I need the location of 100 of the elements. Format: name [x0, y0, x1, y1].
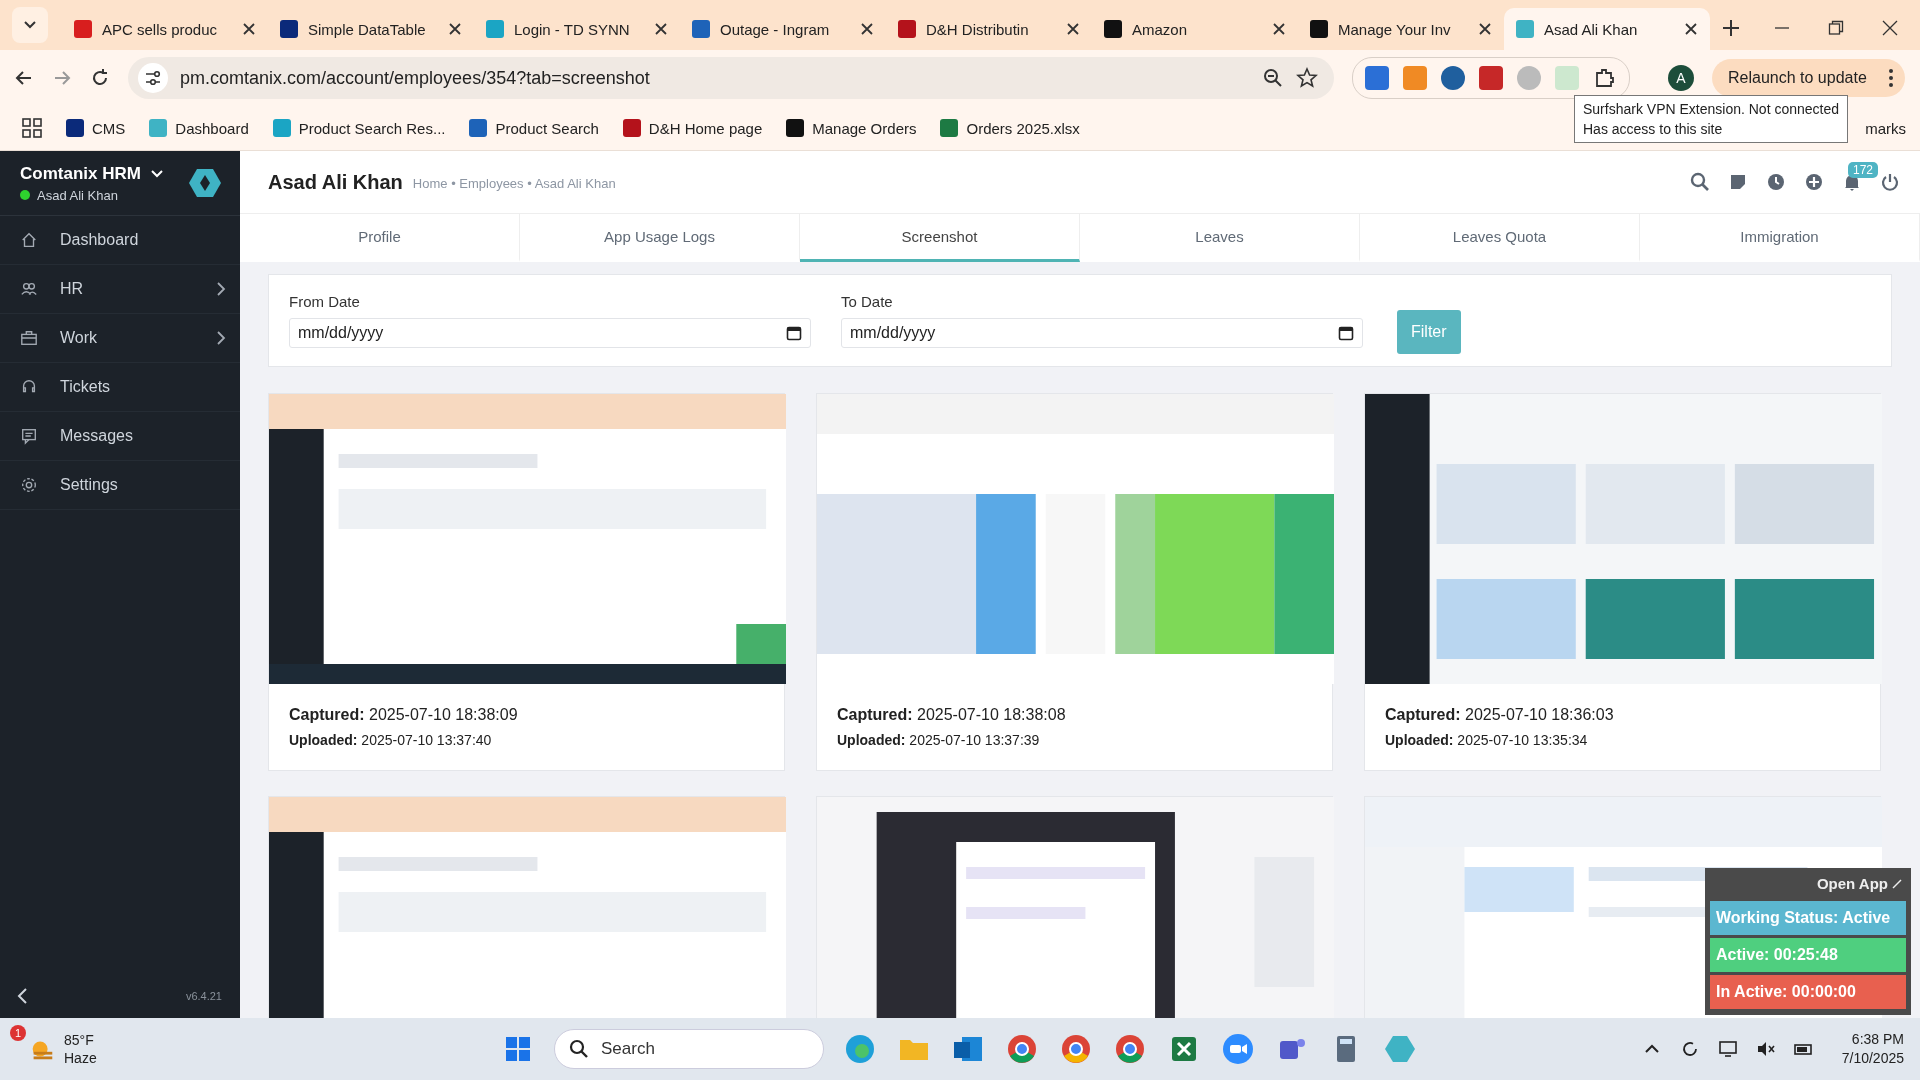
browser-tab[interactable]: APC sells produc — [62, 8, 268, 50]
field-label: To Date — [841, 293, 894, 310]
site-icon — [272, 119, 291, 137]
taskbar-search[interactable]: Search — [554, 1029, 824, 1069]
power-icon[interactable] — [1880, 172, 1900, 192]
close-icon[interactable] — [242, 22, 256, 36]
apps-grid-icon[interactable] — [22, 118, 42, 138]
house-icon — [20, 231, 38, 249]
profile-avatar[interactable]: A — [1668, 65, 1694, 91]
uploaded-text: Uploaded: 2025-07-10 13:37:40 — [289, 732, 493, 748]
collapse-icon[interactable] — [16, 988, 28, 1004]
message-icon — [20, 427, 38, 445]
weather-text: Haze — [64, 1049, 97, 1067]
calendar-icon[interactable] — [1338, 325, 1354, 341]
calendar-icon[interactable] — [786, 325, 802, 341]
profile-tab[interactable]: App Usage Logs — [520, 214, 800, 262]
screenshot-card[interactable]: Captured: 2025-07-10 18:36:03 Uploaded: 2025-07-10 13:35:34 — [1364, 393, 1881, 771]
people-icon — [20, 280, 38, 298]
external-link-icon — [1892, 878, 1902, 889]
note-icon[interactable] — [1728, 172, 1748, 192]
relaunch-button[interactable]: Relaunch to update — [1712, 59, 1905, 97]
uploaded-text: Uploaded: 2025-07-10 13:37:39 — [837, 732, 1041, 748]
bookmark-link[interactable]: Orders 2025.xlsx — [966, 119, 1080, 137]
bookmark-link[interactable]: marks — [1865, 119, 1906, 137]
site-icon — [469, 119, 488, 137]
plus-icon[interactable] — [1720, 17, 1742, 39]
bookmark-link[interactable]: CMS — [92, 119, 126, 137]
chevron-down-icon[interactable] — [150, 169, 163, 178]
kebab-icon — [1888, 69, 1893, 87]
inactive-time: In Active: 00:00:00 — [1710, 975, 1906, 1009]
clock-icon[interactable] — [1766, 172, 1786, 192]
browser-tab[interactable]: Outage - Ingram — [680, 8, 886, 50]
site-icon — [74, 20, 92, 38]
screenshot-card[interactable]: Captured: 2025-07-10 18:38:09 Uploaded: 2025-07-10 13:37:40 — [268, 393, 785, 771]
bookmark-link[interactable]: Product Search Res... — [298, 119, 446, 137]
chevron-down-icon — [24, 21, 36, 29]
close-icon[interactable] — [1684, 22, 1698, 36]
zoom-icon[interactable] — [1220, 1031, 1256, 1067]
clock-date[interactable]: 7/10/2025 — [1841, 1049, 1904, 1068]
profile-tab[interactable]: Immigration — [1640, 214, 1920, 262]
notification-badge: 172 — [1848, 162, 1879, 178]
puzzle-icon[interactable] — [1593, 66, 1617, 90]
version-text: v6.4.21 — [185, 990, 222, 1002]
close-icon[interactable] — [860, 22, 874, 36]
close-icon[interactable] — [1272, 22, 1286, 36]
browser-tab[interactable]: Simple DataTable — [268, 8, 474, 50]
close-icon[interactable] — [654, 22, 668, 36]
captured-text: Captured: 2025-07-10 18:38:08 — [837, 706, 1067, 724]
app-name[interactable]: Comtanix HRM — [20, 163, 141, 184]
open-app-button[interactable]: Open App — [1812, 873, 1906, 898]
site-icon — [1104, 20, 1122, 38]
search-icon — [569, 1039, 589, 1059]
site-icon — [1310, 20, 1328, 38]
site-icon — [66, 119, 84, 137]
bookmark-link[interactable]: Manage Orders — [812, 119, 917, 137]
date-field[interactable]: mm/dd/yyyy — [289, 318, 811, 348]
profile-tab[interactable]: Leaves — [1080, 214, 1360, 262]
browser-tab[interactable]: Manage Your Inv — [1298, 8, 1504, 50]
close-icon[interactable] — [1066, 22, 1080, 36]
site-icon — [622, 119, 641, 137]
bookmark-link[interactable]: Product Search — [495, 119, 599, 137]
close-icon[interactable] — [1882, 20, 1898, 36]
network-icon[interactable] — [1717, 1039, 1738, 1059]
page-title: Asad Ali Khan — [268, 170, 403, 194]
site-icon — [486, 20, 504, 38]
uploaded-text: Uploaded: 2025-07-10 13:35:34 — [1385, 732, 1589, 748]
clock-time[interactable]: 6:38 PM — [1841, 1030, 1904, 1049]
plus-circle-icon[interactable] — [1804, 172, 1824, 192]
site-icon — [149, 119, 168, 137]
site-icon — [940, 119, 959, 137]
tooltip: Surfshark VPN Extension. Not connected Has access to this site — [1574, 95, 1849, 143]
profile-tab[interactable]: Profile — [240, 214, 520, 262]
user-name: Asad Ali Khan — [37, 187, 118, 203]
site-icon — [786, 119, 805, 137]
url-text: pm.comtanix.com/account/employees/354?tab=screenshot — [180, 67, 651, 89]
site-settings-icon[interactable] — [144, 69, 162, 87]
date-field[interactable]: mm/dd/yyyy — [841, 318, 1363, 348]
browser-tab[interactable]: D&H Distributin — [886, 8, 1092, 50]
star-icon[interactable] — [1296, 67, 1318, 89]
reload-icon[interactable] — [90, 68, 110, 88]
bookmark-link[interactable]: Dashboard — [175, 119, 249, 137]
tab-search-button[interactable] — [12, 7, 48, 43]
browser-tab[interactable]: Asad Ali Khan — [1504, 8, 1710, 50]
working-status: Working Status: Active — [1710, 901, 1906, 935]
search-icon[interactable] — [1690, 172, 1710, 192]
temperature-text: 85°F — [64, 1031, 95, 1049]
profile-tab[interactable]: Leaves Quota — [1360, 214, 1640, 262]
browser-tab[interactable]: Login - TD SYNN — [474, 8, 680, 50]
profile-tab[interactable]: Screenshot — [800, 214, 1080, 262]
extension-icon[interactable] — [1441, 66, 1465, 90]
close-icon[interactable] — [448, 22, 462, 36]
restore-icon[interactable] — [1828, 20, 1844, 36]
captured-text: Captured: 2025-07-10 18:38:09 — [289, 706, 519, 724]
close-icon[interactable] — [1478, 22, 1492, 36]
bookmark-link[interactable]: D&H Home page — [648, 119, 763, 137]
screenshot-card[interactable]: Captured: 2025-07-10 18:38:08 Uploaded: 2025-07-10 13:37:39 — [816, 393, 1333, 771]
address-bar[interactable]: pm.comtanix.com/account/employees/354?tab=screenshot — [128, 57, 1334, 99]
browser-tab[interactable]: Amazon — [1092, 8, 1298, 50]
zoom-out-icon[interactable] — [1262, 67, 1284, 89]
captured-text: Captured: 2025-07-10 18:36:03 — [1385, 706, 1615, 724]
